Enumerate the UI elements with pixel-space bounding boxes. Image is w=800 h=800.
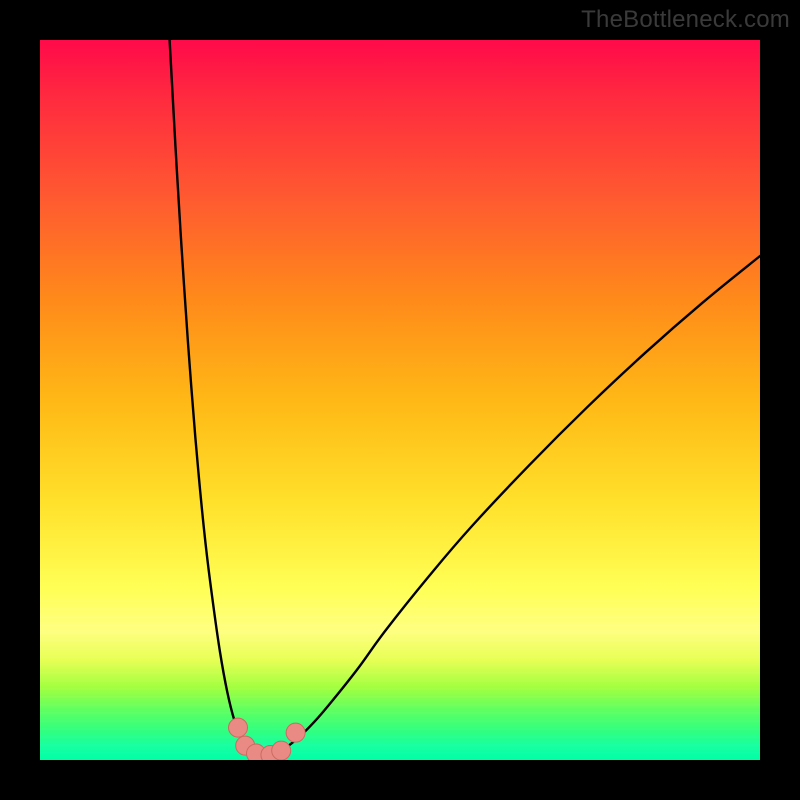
curve-marker [272, 741, 291, 760]
watermark-text: TheBottleneck.com [581, 6, 790, 34]
curve-marker [286, 723, 305, 742]
curve-layer [40, 40, 760, 760]
curve-marker [229, 718, 248, 737]
plot-area [40, 40, 760, 760]
chart-frame: TheBottleneck.com [0, 0, 800, 800]
curve-markers [229, 718, 306, 760]
bottleneck-curve [170, 40, 760, 756]
